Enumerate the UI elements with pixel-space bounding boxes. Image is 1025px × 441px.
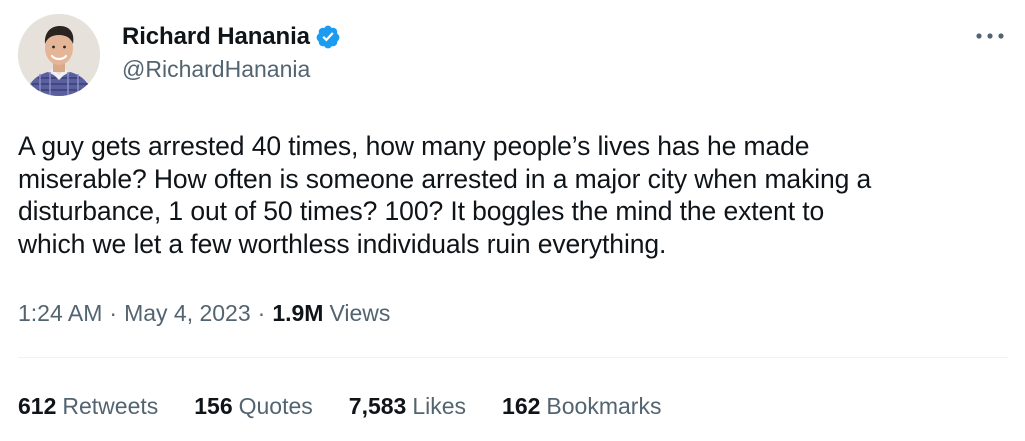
tweet-text-line: disturbance, 1 out of 50 times? 100? It … — [18, 196, 825, 226]
verified-badge-icon[interactable] — [315, 24, 341, 50]
meta-separator: · — [109, 299, 118, 326]
author-handle[interactable]: @RichardHanania — [122, 56, 341, 83]
stat-count: 162 — [502, 392, 541, 419]
stat-label: Likes — [412, 392, 467, 419]
author-display-name[interactable]: Richard Hanania — [122, 23, 310, 51]
tweet-meta: 1:24 AM · May 4, 2023 · 1.9M Views — [18, 298, 390, 328]
tweet-text-line: which we let a few worthless individuals… — [18, 228, 667, 259]
tweet-text-line: miserable? How often is someone arrested… — [18, 163, 872, 194]
tweet-text-line: A guy gets arrested 40 times, how many p… — [18, 131, 810, 161]
stat-likes[interactable]: 7,583 Likes — [349, 393, 466, 420]
meta-separator: · — [257, 299, 266, 326]
stat-count: 612 — [18, 392, 57, 419]
stat-quotes[interactable]: 156 Quotes — [194, 393, 313, 420]
stat-label: Quotes — [238, 392, 313, 419]
stat-label: Retweets — [62, 392, 159, 419]
avatar[interactable] — [18, 14, 100, 96]
stat-bookmarks[interactable]: 162 Bookmarks — [502, 393, 661, 420]
views-count: 1.9M — [272, 299, 324, 326]
stat-count: 7,583 — [348, 392, 407, 419]
views-label: Views — [329, 299, 391, 326]
tweet-card: Richard Hanania @RichardHanania A guy ge… — [0, 0, 1025, 441]
name-row: Richard Hanania — [122, 20, 341, 54]
more-options-button[interactable] — [973, 22, 1007, 50]
profile-photo-icon — [18, 14, 100, 96]
stat-retweets[interactable]: 612 Retweets — [18, 393, 158, 420]
ellipsis-icon — [976, 33, 1004, 39]
tweet-text: A guy gets arrested 40 times, how many p… — [18, 130, 1008, 260]
engagement-stats: 612 Retweets 156 Quotes 7,583 Likes 162 … — [18, 391, 697, 421]
divider — [18, 357, 1008, 358]
stat-label: Bookmarks — [546, 392, 662, 419]
tweet-date[interactable]: May 4, 2023 — [124, 300, 251, 327]
stat-count: 156 — [194, 392, 233, 419]
author-block: Richard Hanania @RichardHanania — [122, 20, 341, 83]
tweet-time[interactable]: 1:24 AM — [18, 300, 102, 327]
